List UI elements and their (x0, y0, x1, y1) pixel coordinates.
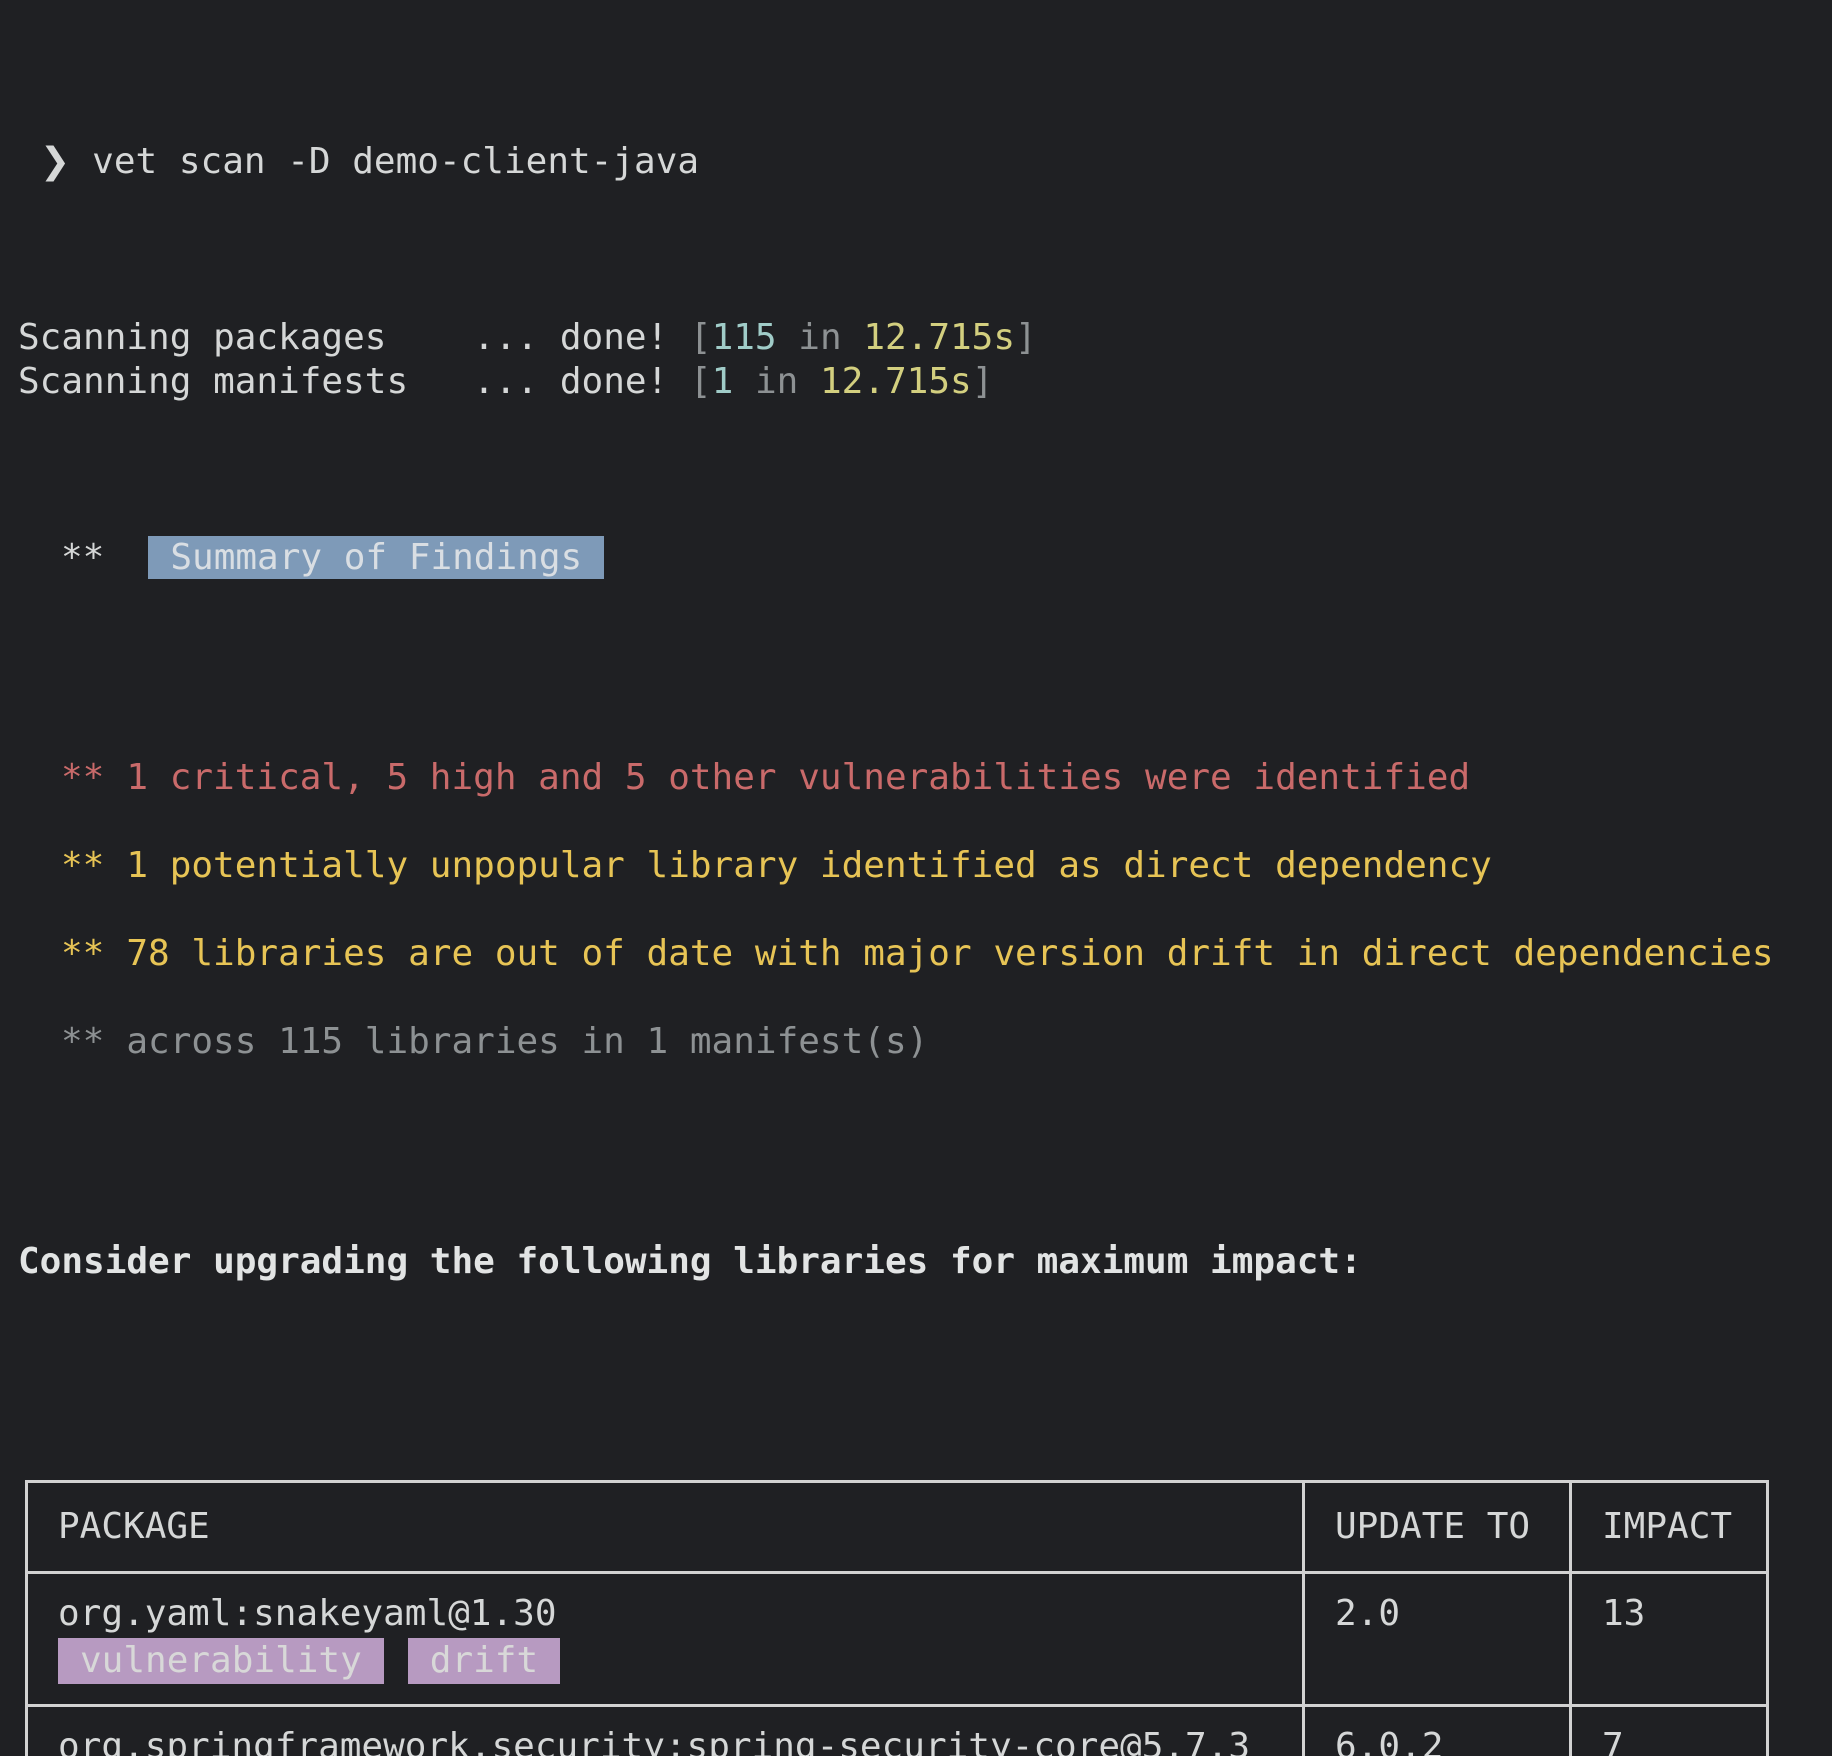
finding-line: ** 78 libraries are out of date with majo… (18, 932, 1832, 976)
bracket-open: [ (690, 361, 712, 402)
finding-line: ** 1 critical, 5 high and 5 other vulnera… (18, 756, 1832, 800)
finding-text: across 115 libraries in 1 manifest(s) (126, 1021, 928, 1062)
package-name: org.yaml:snakeyaml@1.30 (58, 1592, 1292, 1636)
findings-section: ** 1 critical, 5 high and 5 other vulnera… (18, 756, 1832, 1064)
package-cell: org.yaml:snakeyaml@1.30vulnerability drif… (27, 1573, 1304, 1706)
scan-label: Scanning manifests ... done! (18, 361, 690, 402)
finding-text: 78 libraries are out of date with major … (126, 933, 1773, 974)
summary-stars: ** (61, 537, 104, 578)
finding-text: 1 potentially unpopular library identifi… (126, 845, 1491, 886)
scan-duration: 12.715s (863, 317, 1015, 358)
finding-stars: ** (61, 757, 104, 798)
tag-badge-vulnerability: vulnerability (58, 1638, 384, 1684)
finding-stars: ** (61, 845, 104, 886)
finding-line: ** across 115 libraries in 1 manifest(s) (18, 1020, 1832, 1064)
scan-infix: in (777, 317, 864, 358)
scan-label: Scanning packages ... done! (18, 317, 690, 358)
scan-duration: 12.715s (820, 361, 972, 402)
scan-count: 1 (712, 361, 734, 402)
scan-progress-section: Scanning packages ... done! [115 in 12.7… (18, 316, 1832, 404)
table-header-row: PACKAGE UPDATE TO IMPACT (27, 1482, 1768, 1573)
update-to-cell: 2.0 (1304, 1573, 1571, 1706)
bracket-close: ] (1015, 317, 1037, 358)
prompt-icon: ❯ (40, 141, 70, 182)
terminal-window: ❯ vet scan -D demo-client-java Scanning p… (0, 0, 1832, 1756)
command-text: vet scan -D demo-client-java (92, 141, 699, 182)
finding-stars: ** (61, 933, 104, 974)
bracket-open: [ (690, 317, 712, 358)
upgrade-table: PACKAGE UPDATE TO IMPACT org.yaml:snakey… (25, 1480, 1769, 1756)
package-cell: org.springframework.security:spring-secu… (27, 1706, 1304, 1756)
summary-banner: ** Summary of Findings (18, 536, 1832, 580)
package-tags: vulnerability drift (58, 1638, 1292, 1686)
column-header-package: PACKAGE (27, 1482, 1304, 1573)
tag-badge-drift: drift (408, 1638, 560, 1684)
scan-count: 115 (712, 317, 777, 358)
impact-cell: 13 (1571, 1573, 1768, 1706)
scan-infix: in (733, 361, 820, 402)
table-row: org.springframework.security:spring-secu… (27, 1706, 1768, 1756)
summary-title: Summary of Findings (148, 536, 604, 579)
bracket-close: ] (972, 361, 994, 402)
upgrade-heading: Consider upgrading the following librari… (18, 1240, 1832, 1284)
command-line: ❯ vet scan -D demo-client-java (18, 140, 1832, 184)
column-header-update-to: UPDATE TO (1304, 1482, 1571, 1573)
scan-progress-line: Scanning manifests ... done! [1 in 12.71… (18, 360, 1832, 404)
update-to-cell: 6.0.2 (1304, 1706, 1571, 1756)
table-row: org.yaml:snakeyaml@1.30vulnerability drif… (27, 1573, 1768, 1706)
package-name: org.springframework.security:spring-secu… (58, 1725, 1292, 1756)
finding-text: 1 critical, 5 high and 5 other vulnerabi… (126, 757, 1470, 798)
impact-cell: 7 (1571, 1706, 1768, 1756)
finding-line: ** 1 potentially unpopular library identi… (18, 844, 1832, 888)
column-header-impact: IMPACT (1571, 1482, 1768, 1573)
scan-progress-line: Scanning packages ... done! [115 in 12.7… (18, 316, 1832, 360)
finding-stars: ** (61, 1021, 104, 1062)
